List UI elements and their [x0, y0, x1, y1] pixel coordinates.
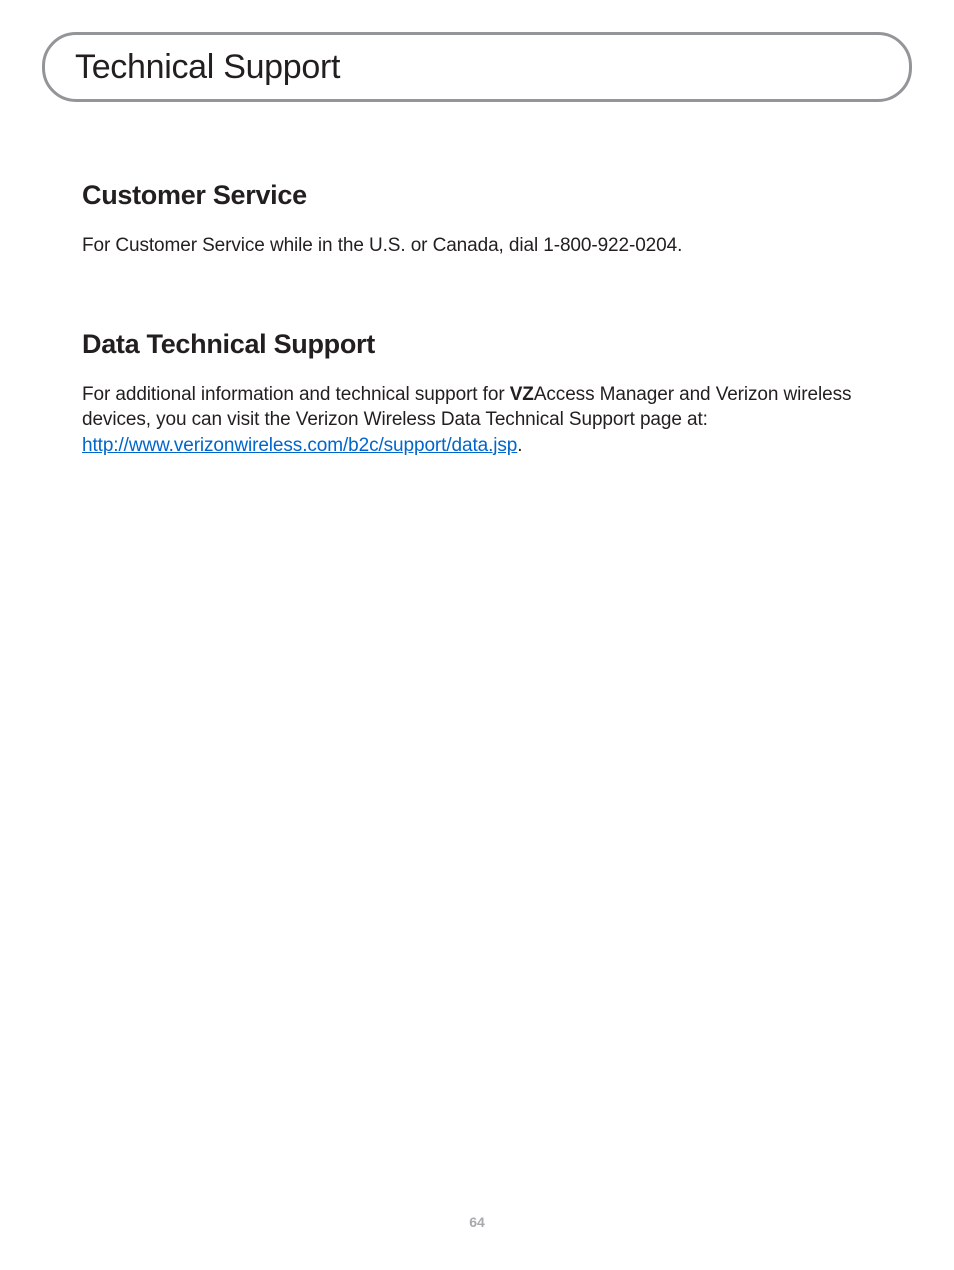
body-bold-vz: VZ [510, 384, 534, 405]
body-customer-service: For Customer Service while in the U.S. o… [82, 233, 872, 259]
page-number: 64 [0, 1214, 954, 1230]
body-suffix: . [517, 435, 522, 456]
support-link[interactable]: http://www.verizonwireless.com/b2c/suppo… [82, 435, 517, 456]
body-data-tech-support: For additional information and technical… [82, 382, 872, 459]
body-prefix: For additional information and technical… [82, 384, 510, 405]
page-title-box: Technical Support [42, 32, 912, 102]
content-area: Customer Service For Customer Service wh… [82, 180, 872, 529]
heading-data-tech-support: Data Technical Support [82, 329, 872, 360]
page-title: Technical Support [75, 48, 340, 87]
heading-customer-service: Customer Service [82, 180, 872, 211]
